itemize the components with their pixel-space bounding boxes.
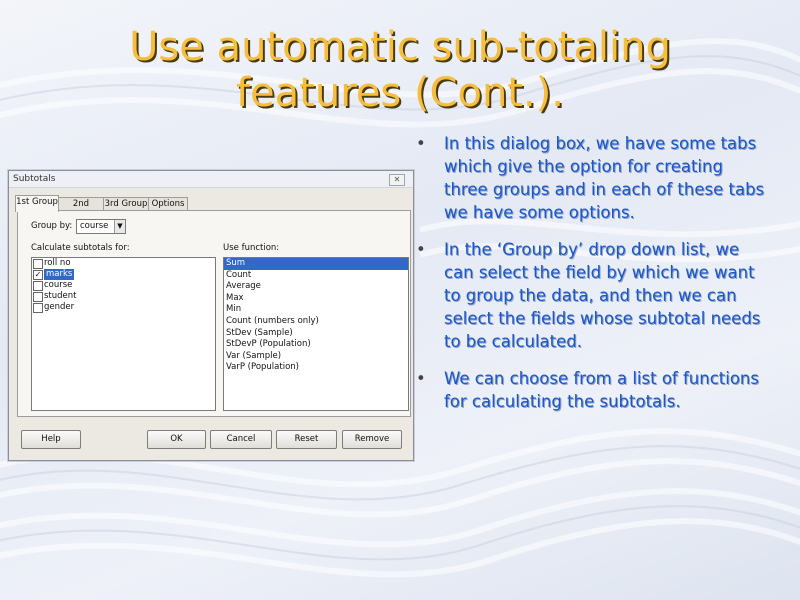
checkbox-checked[interactable]: ✓ xyxy=(33,270,43,280)
close-icon[interactable]: ✕ xyxy=(389,174,405,186)
calculate-subtotals-label: Calculate subtotals for: xyxy=(31,243,130,253)
bullet-text: We can choose from a list of functions f… xyxy=(444,369,759,411)
ok-button[interactable]: OK xyxy=(147,430,206,449)
function-item-stdev[interactable]: StDev (Sample) xyxy=(224,328,408,340)
group-by-value: course xyxy=(80,221,109,231)
field-row-roll-no[interactable]: roll no xyxy=(32,258,215,269)
tab-options[interactable]: Options xyxy=(148,197,188,211)
bullet-item: • In this dialog box, we have some tabs w… xyxy=(414,132,766,224)
function-item-max[interactable]: Max xyxy=(224,293,408,305)
function-item-min[interactable]: Min xyxy=(224,304,408,316)
bullet-list: • In this dialog box, we have some tabs w… xyxy=(414,132,766,427)
field-label: roll no xyxy=(44,258,71,268)
dialog-title: Subtotals xyxy=(13,174,56,184)
bullet-item: • We can choose from a list of functions … xyxy=(414,367,766,413)
title-line-2: features (Cont.). xyxy=(235,70,565,116)
title-line-1: Use automatic sub-totaling xyxy=(129,24,671,70)
field-row-course[interactable]: course xyxy=(32,280,215,291)
fields-listbox[interactable]: roll no ✓ marks course student gender xyxy=(31,257,216,411)
function-item-count-numbers[interactable]: Count (numbers only) xyxy=(224,316,408,328)
remove-button[interactable]: Remove xyxy=(342,430,402,449)
checkbox[interactable] xyxy=(33,281,43,291)
checkbox[interactable] xyxy=(33,292,43,302)
function-item-var[interactable]: Var (Sample) xyxy=(224,351,408,363)
use-function-label: Use function: xyxy=(223,243,280,253)
field-label: student xyxy=(44,291,77,301)
function-item-sum[interactable]: Sum xyxy=(224,258,408,270)
help-button[interactable]: Help xyxy=(21,430,81,449)
bullet-text: In this dialog box, we have some tabs wh… xyxy=(444,134,765,222)
function-item-varp[interactable]: VarP (Population) xyxy=(224,362,408,374)
tab-2nd-group[interactable]: 2nd Group xyxy=(58,197,104,222)
chevron-down-icon[interactable]: ▼ xyxy=(114,220,125,233)
cancel-button[interactable]: Cancel xyxy=(210,430,272,449)
reset-button[interactable]: Reset xyxy=(276,430,337,449)
slide-title: Use automatic sub-totaling features (Con… xyxy=(40,24,760,116)
tab-3rd-group[interactable]: 3rd Group xyxy=(103,197,149,211)
bullet-dot: • xyxy=(416,240,426,259)
bullet-dot: • xyxy=(416,134,426,153)
function-item-average[interactable]: Average xyxy=(224,281,408,293)
tab-1st-group[interactable]: 1st Group xyxy=(15,195,59,212)
group-by-dropdown[interactable]: course ▼ xyxy=(76,219,126,234)
checkbox[interactable] xyxy=(33,303,43,313)
function-item-count[interactable]: Count xyxy=(224,270,408,282)
checkbox[interactable] xyxy=(33,259,43,269)
dialog-titlebar: Subtotals ✕ xyxy=(9,171,413,188)
group-by-label: Group by: xyxy=(31,221,73,231)
field-label: gender xyxy=(44,302,75,312)
functions-listbox[interactable]: Sum Count Average Max Min Count (numbers… xyxy=(223,257,409,411)
bullet-dot: • xyxy=(416,369,426,388)
bullet-item: • In the ‘Group by’ drop down list, we ca… xyxy=(414,238,766,353)
field-label: marks xyxy=(44,269,75,280)
function-item-stdevp[interactable]: StDevP (Population) xyxy=(224,339,408,351)
field-row-marks[interactable]: ✓ marks xyxy=(32,269,215,280)
bullet-text: In the ‘Group by’ drop down list, we can… xyxy=(444,240,761,351)
group-panel: Group by: course ▼ Calculate subtotals f… xyxy=(17,210,411,417)
field-label: course xyxy=(44,280,73,290)
subtotals-dialog: Subtotals ✕ 1st Group 2nd Group 3rd Grou… xyxy=(8,170,414,461)
field-row-gender[interactable]: gender xyxy=(32,302,215,313)
field-row-student[interactable]: student xyxy=(32,291,215,302)
